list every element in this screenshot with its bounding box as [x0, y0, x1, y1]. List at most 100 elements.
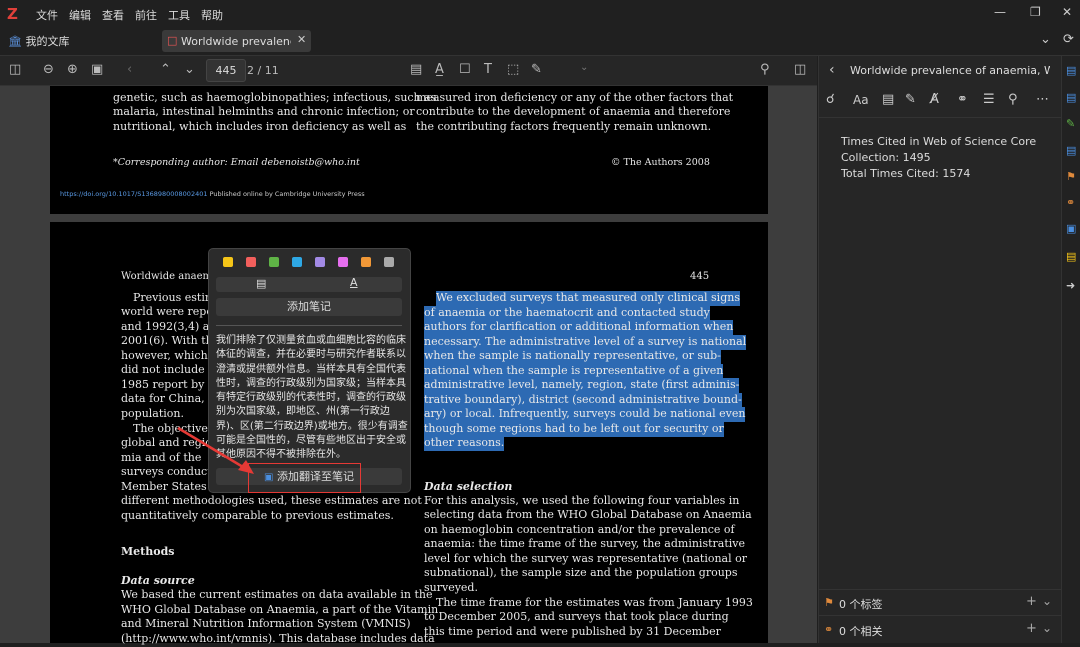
doi-suffix: Published online by Cambridge University… [209, 190, 365, 198]
selected-text-line[interactable]: though some regions had to be left out f… [424, 422, 724, 437]
selected-text-line[interactable]: other reasons. [424, 436, 505, 451]
menu-tools[interactable]: 工具 [168, 7, 190, 23]
red-arrow [177, 426, 254, 474]
selected-text-line[interactable]: administrative level, namely, region, st… [424, 378, 740, 393]
font-size-icon[interactable]: Aa [853, 93, 869, 107]
title-bar [0, 0, 1080, 27]
text-highlight-icon[interactable]: ▤ [882, 92, 894, 107]
selected-text-line[interactable]: ary) or local. Infrequently, surveys cou… [424, 407, 746, 422]
close-icon[interactable]: ✕ [1062, 5, 1072, 19]
page-number-input[interactable]: 445 [206, 59, 246, 82]
search-icon[interactable]: ⚲ [760, 62, 770, 77]
tags-icon[interactable]: ⚑ [1066, 170, 1076, 183]
minimize-icon[interactable]: — [994, 5, 1006, 19]
add-tag-icon[interactable]: + [1026, 594, 1037, 609]
menu-help[interactable]: 帮助 [201, 7, 223, 23]
data-source-line: We based the current estimates on data a… [121, 588, 433, 601]
graph-icon[interactable]: ☌ [826, 92, 835, 107]
menu-go[interactable]: 前往 [135, 7, 157, 23]
page2-left-line: however, which in [121, 349, 222, 362]
ink-tool-icon[interactable]: ✎ [531, 62, 542, 77]
area-tool-icon[interactable]: ⬚ [507, 62, 519, 77]
menu-edit[interactable]: 编辑 [69, 7, 91, 23]
notes-icon[interactable]: ▤ [1066, 144, 1076, 157]
data-source-line: (http://www.who.int/vmnis). This databas… [121, 632, 435, 645]
selected-text-line[interactable]: necessary. The administrative level of a… [424, 335, 747, 350]
add-note-button[interactable]: 添加笔记 [216, 298, 402, 316]
pdf-icon: □ [167, 34, 178, 47]
more-icon[interactable]: ⋯ [1036, 92, 1049, 107]
attachments-icon[interactable]: ✎ [1066, 117, 1075, 130]
color-swatch-yellow[interactable] [223, 257, 233, 267]
page1-left-line: nutritional, which includes iron deficie… [113, 120, 407, 133]
note-tool-icon[interactable]: ☐ [459, 62, 471, 77]
menu-view[interactable]: 查看 [102, 7, 124, 23]
popup-annotation-tools [216, 277, 402, 292]
data-selection-line: For this analysis, we used the following… [424, 494, 740, 507]
color-swatch-gray[interactable] [384, 257, 394, 267]
previous-page-icon[interactable]: ⌃ [160, 62, 171, 77]
data-source-line: WHO Global Database on Anaemia, a part o… [121, 603, 439, 616]
color-swatch-green[interactable] [269, 257, 279, 267]
underline-tool-icon[interactable]: A̲ [435, 62, 444, 77]
sidebar-toggle-icon[interactable]: ◫ [9, 62, 21, 77]
color-swatch-magenta[interactable] [338, 257, 348, 267]
color-swatch-blue[interactable] [292, 257, 302, 267]
context-pane-toggle-icon[interactable]: ◫ [794, 62, 806, 77]
related-section[interactable]: 0 个相关 [839, 623, 883, 639]
info-icon[interactable]: ▤ [1066, 64, 1076, 77]
next-page-icon[interactable]: ⌄ [184, 62, 195, 77]
page2-left-line: world were repo [121, 305, 213, 318]
note-pane-icon[interactable]: ▤ [1066, 250, 1076, 263]
add-related-icon[interactable]: + [1026, 621, 1037, 636]
chevron-down-icon[interactable]: ⌄ [1040, 32, 1051, 47]
doi-link[interactable]: https://doi.org/10.1017/S136898000800240… [60, 190, 208, 198]
tab-my-library[interactable]: 🏛 我的文库 [8, 33, 69, 49]
color-swatch-orange[interactable] [361, 257, 371, 267]
highlight-tool-icon[interactable]: ▤ [410, 62, 422, 77]
related-side-icon[interactable]: ⚭ [1066, 196, 1075, 209]
selected-text-line[interactable]: authors for clarification or additional … [424, 320, 734, 335]
locate-icon[interactable]: ▣ [1066, 222, 1076, 235]
page1-right-line: measured iron deficiency or any of the o… [416, 91, 734, 104]
open-icon[interactable]: ➜ [1066, 279, 1075, 292]
reader-toolbar [0, 56, 817, 86]
restore-icon[interactable]: ❐ [1030, 5, 1041, 19]
tab-close-icon[interactable]: ✕ [297, 33, 306, 46]
color-swatch-red[interactable] [246, 257, 256, 267]
related-icon: ⚭ [824, 623, 834, 636]
format-icon[interactable]: A̸ [930, 92, 939, 107]
highlight-icon[interactable]: ▤ [256, 277, 266, 290]
chevron-down-icon[interactable]: ⌄ [1042, 621, 1052, 635]
color-swatch-purple[interactable] [315, 257, 325, 267]
selected-text-line[interactable]: of anaemia or the haematocrit and contac… [424, 306, 710, 321]
zoom-out-icon[interactable]: ⊖ [43, 62, 54, 77]
page-total: 2 / 11 [247, 64, 279, 77]
data-source-heading: Data source [121, 574, 195, 587]
color-dropdown-icon[interactable]: ⌄ [580, 62, 588, 73]
data-selection-line: on haemoglobin concentration and/or the … [424, 523, 735, 536]
selected-text-line[interactable]: trative boundary), district (second admi… [424, 393, 742, 408]
pen-icon[interactable]: ✎ [905, 92, 916, 107]
running-header: Worldwide anaemi [121, 271, 216, 282]
fit-page-icon[interactable]: ▣ [91, 62, 103, 77]
text-tool-icon[interactable]: T [484, 62, 492, 77]
link-icon[interactable]: ⚭ [957, 92, 968, 107]
corresponding-author: *Corresponding author: Email debenoistb@… [113, 157, 360, 168]
selected-text-line[interactable]: We excluded surveys that measured only c… [436, 291, 740, 306]
selected-text-line[interactable]: national when the sample is representati… [424, 364, 724, 379]
data-selection-line: anaemia: the time frame of the survey, t… [424, 537, 745, 550]
underline-icon[interactable]: A [350, 276, 358, 289]
zoom-in-icon[interactable]: ⊕ [67, 62, 78, 77]
selected-text-line[interactable]: when the sample is nationally representa… [424, 349, 721, 364]
back-icon[interactable]: ‹ [127, 62, 132, 77]
times-cited-line: Collection: 1495 [841, 151, 931, 164]
chevron-down-icon[interactable]: ⌄ [1042, 594, 1052, 608]
list-icon[interactable]: ☰ [983, 92, 995, 107]
search-notes-icon[interactable]: ⚲ [1008, 92, 1018, 107]
abstract-icon[interactable]: ▤ [1066, 91, 1076, 104]
tags-section[interactable]: 0 个标签 [839, 596, 883, 612]
back-arrow-icon[interactable]: ‹ [829, 62, 835, 78]
menu-file[interactable]: 文件 [36, 7, 58, 23]
sync-icon[interactable]: ⟳ [1063, 32, 1074, 47]
